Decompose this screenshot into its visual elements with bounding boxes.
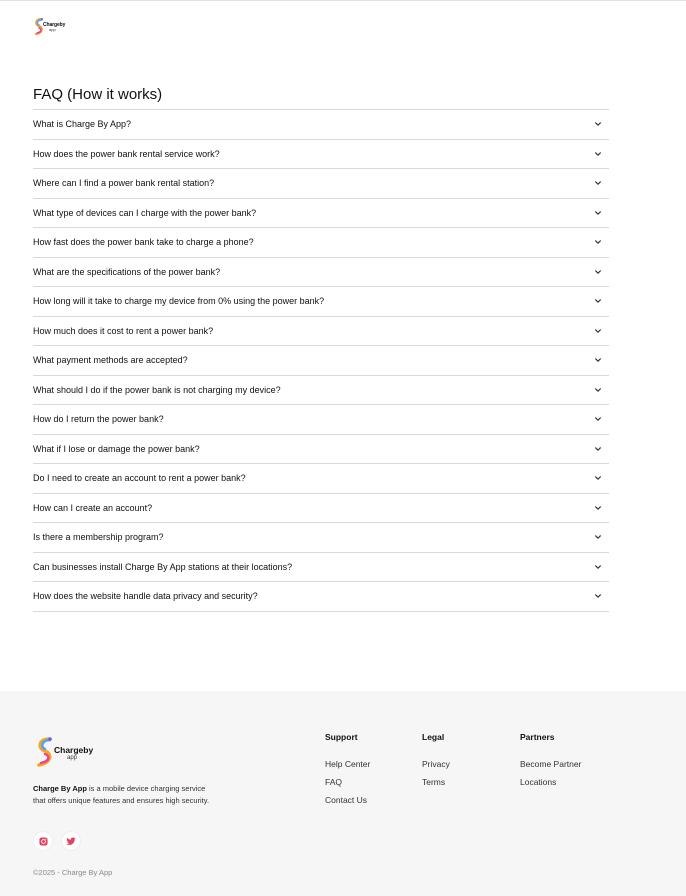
footer-column-title: Partners: [520, 732, 555, 742]
faq-item[interactable]: How fast does the power bank take to cha…: [33, 228, 609, 258]
footer-link-help-center[interactable]: Help Center: [325, 759, 370, 769]
footer-link-contact-us[interactable]: Contact Us: [325, 795, 370, 805]
chevron-down-icon[interactable]: [593, 503, 603, 513]
chevron-down-icon[interactable]: [593, 591, 603, 601]
faq-question: Do I need to create an account to rent a…: [33, 473, 246, 484]
faq-item[interactable]: Can businesses install Charge By App sta…: [33, 553, 609, 582]
footer-link-privacy[interactable]: Privacy: [422, 759, 450, 769]
chevron-down-icon[interactable]: [593, 178, 603, 188]
top-divider: [0, 0, 686, 1]
faq-item[interactable]: Is there a membership program?: [33, 523, 609, 553]
chevron-down-icon[interactable]: [593, 473, 603, 483]
faq-item[interactable]: Where can I find a power bank rental sta…: [33, 169, 609, 199]
faq-question: How fast does the power bank take to cha…: [33, 237, 254, 248]
footer-link-locations[interactable]: Locations: [520, 777, 581, 787]
chevron-down-icon[interactable]: [593, 208, 603, 218]
faq-item[interactable]: What payment methods are accepted?: [33, 346, 609, 376]
footer-column-legal: Legal Privacy Terms: [422, 732, 450, 795]
faq-item[interactable]: What is Charge By App?: [33, 110, 609, 140]
chevron-down-icon[interactable]: [593, 355, 603, 365]
chevron-down-icon[interactable]: [593, 119, 603, 129]
faq-item[interactable]: What are the specifications of the power…: [33, 258, 609, 287]
chevron-down-icon[interactable]: [593, 149, 603, 159]
footer: Chargeby app Charge By App is a mobile d…: [0, 691, 686, 896]
faq-item[interactable]: What type of devices can I charge with t…: [33, 199, 609, 228]
faq-question: What payment methods are accepted?: [33, 355, 188, 366]
faq-question: How can I create an account?: [33, 502, 153, 513]
footer-column-title: Legal: [422, 732, 445, 742]
faq-item[interactable]: How much does it cost to rent a power ba…: [33, 317, 609, 346]
chevron-down-icon[interactable]: [593, 267, 603, 277]
chevron-down-icon[interactable]: [593, 414, 603, 424]
instagram-link[interactable]: [34, 832, 52, 850]
faq-item[interactable]: How can I create an account?: [33, 494, 609, 523]
faq-question: Is there a membership program?: [33, 532, 164, 543]
faq-item[interactable]: How do I return the power bank?: [33, 405, 609, 435]
logo-subtext: app: [49, 27, 56, 32]
chevron-down-icon[interactable]: [593, 385, 603, 395]
faq-question: How does the power bank rental service w…: [33, 148, 220, 159]
faq-question: How long will it take to charge my devic…: [33, 296, 325, 307]
faq-question: Can businesses install Charge By App sta…: [33, 561, 293, 572]
footer-logo-subtext: app: [67, 755, 78, 761]
footer-logo[interactable]: Chargeby app: [34, 735, 96, 769]
brand-name: Charge By App: [33, 784, 87, 793]
chevron-down-icon[interactable]: [593, 562, 603, 572]
faq-title: FAQ (How it works): [33, 86, 163, 103]
faq-question: What should I do if the power bank is no…: [33, 384, 281, 395]
faq-question: What type of devices can I charge with t…: [33, 207, 257, 218]
chevron-down-icon[interactable]: [593, 237, 603, 247]
footer-description: Charge By App is a mobile device chargin…: [33, 783, 215, 807]
footer-link-become-partner[interactable]: Become Partner: [520, 759, 581, 769]
faq-item[interactable]: What if I lose or damage the power bank?: [33, 435, 609, 464]
faq-item[interactable]: How does the power bank rental service w…: [33, 140, 609, 169]
twitter-icon: [66, 836, 76, 845]
faq-question: How do I return the power bank?: [33, 414, 164, 425]
faq-item[interactable]: What should I do if the power bank is no…: [33, 376, 609, 405]
faq-item[interactable]: How does the website handle data privacy…: [33, 582, 609, 612]
footer-column-title: Support: [325, 732, 358, 742]
faq-question: What is Charge By App?: [33, 119, 132, 130]
header-logo[interactable]: Chargeby app: [33, 17, 67, 37]
faq-question: How much does it cost to rent a power ba…: [33, 325, 214, 336]
faq-question: Where can I find a power bank rental sta…: [33, 178, 215, 189]
instagram-icon: [38, 836, 48, 846]
chevron-down-icon[interactable]: [593, 444, 603, 454]
twitter-link[interactable]: [62, 832, 80, 850]
footer-link-faq[interactable]: FAQ: [325, 777, 370, 787]
logo-mark-icon: [37, 737, 52, 767]
footer-column-support: Support Help Center FAQ Contact Us: [325, 732, 370, 813]
faq-question: What if I lose or damage the power bank?: [33, 443, 200, 454]
faq-list: What is Charge By App? How does the power…: [33, 109, 609, 612]
chevron-down-icon[interactable]: [593, 532, 603, 542]
chevron-down-icon[interactable]: [593, 296, 603, 306]
copyright: ©2025 - Charge By App: [33, 868, 113, 877]
faq-question: How does the website handle data privacy…: [33, 591, 258, 602]
footer-logo-text: Chargeby: [54, 745, 94, 755]
footer-column-partners: Partners Become Partner Locations: [520, 732, 581, 795]
faq-item[interactable]: Do I need to create an account to rent a…: [33, 464, 609, 494]
faq-item[interactable]: How long will it take to charge my devic…: [33, 287, 609, 317]
footer-link-terms[interactable]: Terms: [422, 777, 450, 787]
faq-question: What are the specifications of the power…: [33, 266, 221, 277]
chevron-down-icon[interactable]: [593, 326, 603, 336]
